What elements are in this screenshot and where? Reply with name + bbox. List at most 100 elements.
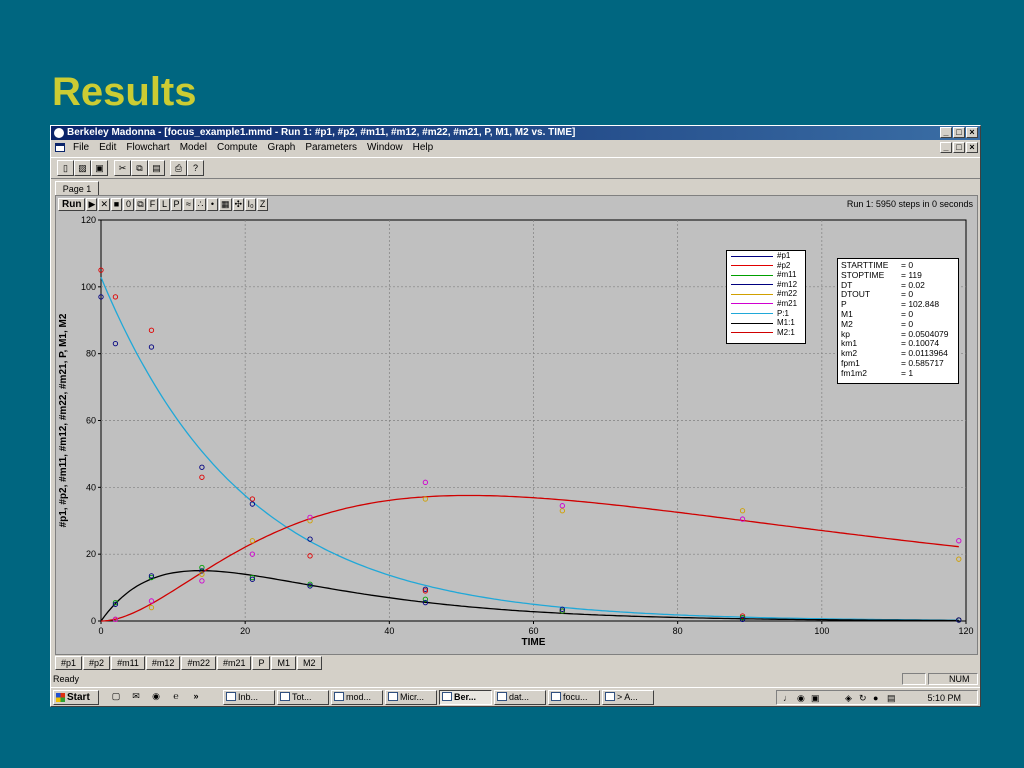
paste-button[interactable]: ▤ [148, 160, 165, 176]
printer-icon[interactable]: ▤ [887, 693, 896, 704]
outlook-icon[interactable]: ✉ [129, 691, 143, 704]
start-label: Start [67, 692, 90, 703]
save-icon: ▣ [95, 163, 104, 173]
param-value: = 0 [901, 318, 914, 329]
more-quicklaunch-button[interactable]: » [189, 691, 203, 704]
menu-help[interactable]: Help [413, 140, 434, 156]
network-icon[interactable]: ◉ [797, 693, 805, 704]
menu-parameters[interactable]: Parameters [305, 140, 357, 156]
legend-item: #m12 [727, 280, 805, 290]
legend-label: #m22 [777, 289, 798, 299]
param-value: = 0.0113964 [901, 348, 948, 359]
legend-swatch [731, 284, 773, 286]
legend-item: #p1 [727, 251, 805, 261]
status-panel [902, 673, 926, 685]
title-bar[interactable]: Berkeley Madonna - [focus_example1.mmd -… [51, 126, 980, 140]
x-tick-label: 20 [240, 626, 250, 636]
legend-item: M1:1 [727, 318, 805, 328]
param-value: = 119 [901, 269, 922, 280]
start-button[interactable]: Start [53, 690, 99, 705]
series-tab[interactable]: #p2 [83, 656, 111, 670]
param-row: fm1m2 = 1 [841, 367, 955, 379]
status-bar: Ready NUM [51, 672, 980, 686]
print-button[interactable]: ⎙ [170, 160, 187, 176]
taskbar-task[interactable]: focu... [548, 690, 600, 705]
open-button[interactable]: ▨ [74, 160, 91, 176]
doc-minimize-button[interactable]: _ [940, 142, 952, 153]
window-title: Berkeley Madonna - [focus_example1.mmd -… [67, 127, 576, 138]
slide-title: Results [52, 70, 197, 114]
cut-icon: ✂ [118, 163, 127, 173]
ie-icon[interactable]: ℮ [169, 691, 183, 704]
save-button[interactable]: ▣ [91, 160, 108, 176]
taskbar-task[interactable]: > A... [602, 690, 654, 705]
param-name: fm1m2 [841, 367, 867, 378]
desktop-icon[interactable]: ▢ [109, 691, 123, 704]
legend-label: #m12 [777, 279, 798, 289]
legend-label: #m11 [777, 270, 797, 280]
param-row: P = 102.848 [841, 299, 955, 310]
windows-flag-icon [56, 693, 65, 702]
legend-swatch [731, 332, 773, 334]
series-tab[interactable]: #m22 [181, 656, 216, 670]
taskbar-task[interactable]: mod... [331, 690, 383, 705]
copy-icon: ⧉ [136, 163, 143, 173]
param-row: M1 = 0 [841, 308, 955, 320]
legend[interactable]: #p1 #p2 #m11 #m12 #m22 #m21 P:1 M1:1 M2:1 [726, 250, 806, 344]
param-value: = 0 [901, 308, 914, 319]
doc-close-button[interactable]: × [966, 142, 978, 153]
taskbar-task[interactable]: Inb... [223, 690, 275, 705]
y-tick-label: 0 [91, 616, 96, 626]
x-tick-label: 0 [98, 626, 103, 636]
print-icon: ⎙ [174, 163, 183, 173]
cut-button[interactable]: ✂ [114, 160, 131, 176]
task-app-icon [334, 692, 344, 701]
parameter-box[interactable]: STARTTIME = 0 STOPTIME = 119 DT = 0.02 DTOUT = … [837, 258, 959, 384]
new-icon: ▯ [63, 163, 68, 173]
volume-icon[interactable]: ♩ [783, 693, 792, 703]
x-tick-label: 60 [528, 626, 538, 636]
graph-window: Run ▶ ✕ ■ 0 ⧉ F L P ≈ ∴ • ▦ ✣ I₀ Z Run 1: 5950 steps in… [55, 195, 978, 655]
new-button[interactable]: ▯ [57, 160, 74, 176]
series-tab[interactable]: #m21 [216, 656, 252, 670]
maximize-button[interactable]: □ [953, 127, 965, 138]
doc-restore-button[interactable]: □ [953, 142, 965, 153]
browser-icon[interactable]: ◉ [149, 691, 163, 704]
series-tab[interactable]: P [252, 656, 271, 670]
tab-page-1[interactable]: Page 1 [55, 181, 99, 196]
menu-edit[interactable]: Edit [99, 140, 116, 156]
menu-window[interactable]: Window [367, 140, 403, 156]
help-button[interactable]: ? [187, 160, 204, 176]
series-tab[interactable]: #m12 [145, 656, 181, 670]
copy-button[interactable]: ⧉ [131, 160, 148, 176]
y-axis-label: #p1, #p2, #m11, #m12, #m22, #m21, P, M1,… [58, 313, 69, 527]
messenger-icon[interactable]: ● [873, 693, 878, 703]
clock[interactable]: 5:10 PM [927, 692, 961, 704]
menu-compute[interactable]: Compute [217, 140, 258, 156]
series-tab[interactable]: #p1 [55, 656, 83, 670]
close-button[interactable]: × [966, 127, 978, 138]
sync-icon[interactable]: ↻ [859, 693, 867, 704]
taskbar-task[interactable]: dat... [494, 690, 546, 705]
series-tab[interactable]: M1 [271, 656, 296, 670]
taskbar-task[interactable]: Ber... [439, 690, 492, 705]
taskbar-task[interactable]: Tot... [277, 690, 329, 705]
legend-item: #m11 [727, 270, 805, 280]
y-tick-label: 40 [86, 482, 96, 492]
menu-graph[interactable]: Graph [268, 140, 296, 156]
series-tab[interactable]: M2 [297, 656, 322, 670]
menu-model[interactable]: Model [180, 140, 207, 156]
system-tray: ♩ ◉ ▣ ◈ ↻ ● ▤ 5:10 PM [776, 690, 978, 705]
document-icon[interactable] [55, 143, 65, 152]
series-tab[interactable]: #m11 [111, 656, 145, 670]
antivirus-icon[interactable]: ◈ [845, 693, 852, 704]
task-app-icon [605, 692, 615, 701]
menu-flowchart[interactable]: Flowchart [126, 140, 169, 156]
legend-item: #m22 [727, 289, 805, 299]
minimize-button[interactable]: _ [940, 127, 952, 138]
menu-file[interactable]: File [73, 140, 89, 156]
taskbar-task[interactable]: Micr... [385, 690, 437, 705]
param-value: = 0.10074 [901, 338, 940, 349]
monitor-icon[interactable]: ▣ [811, 693, 820, 704]
madonna-app-icon [54, 128, 64, 138]
